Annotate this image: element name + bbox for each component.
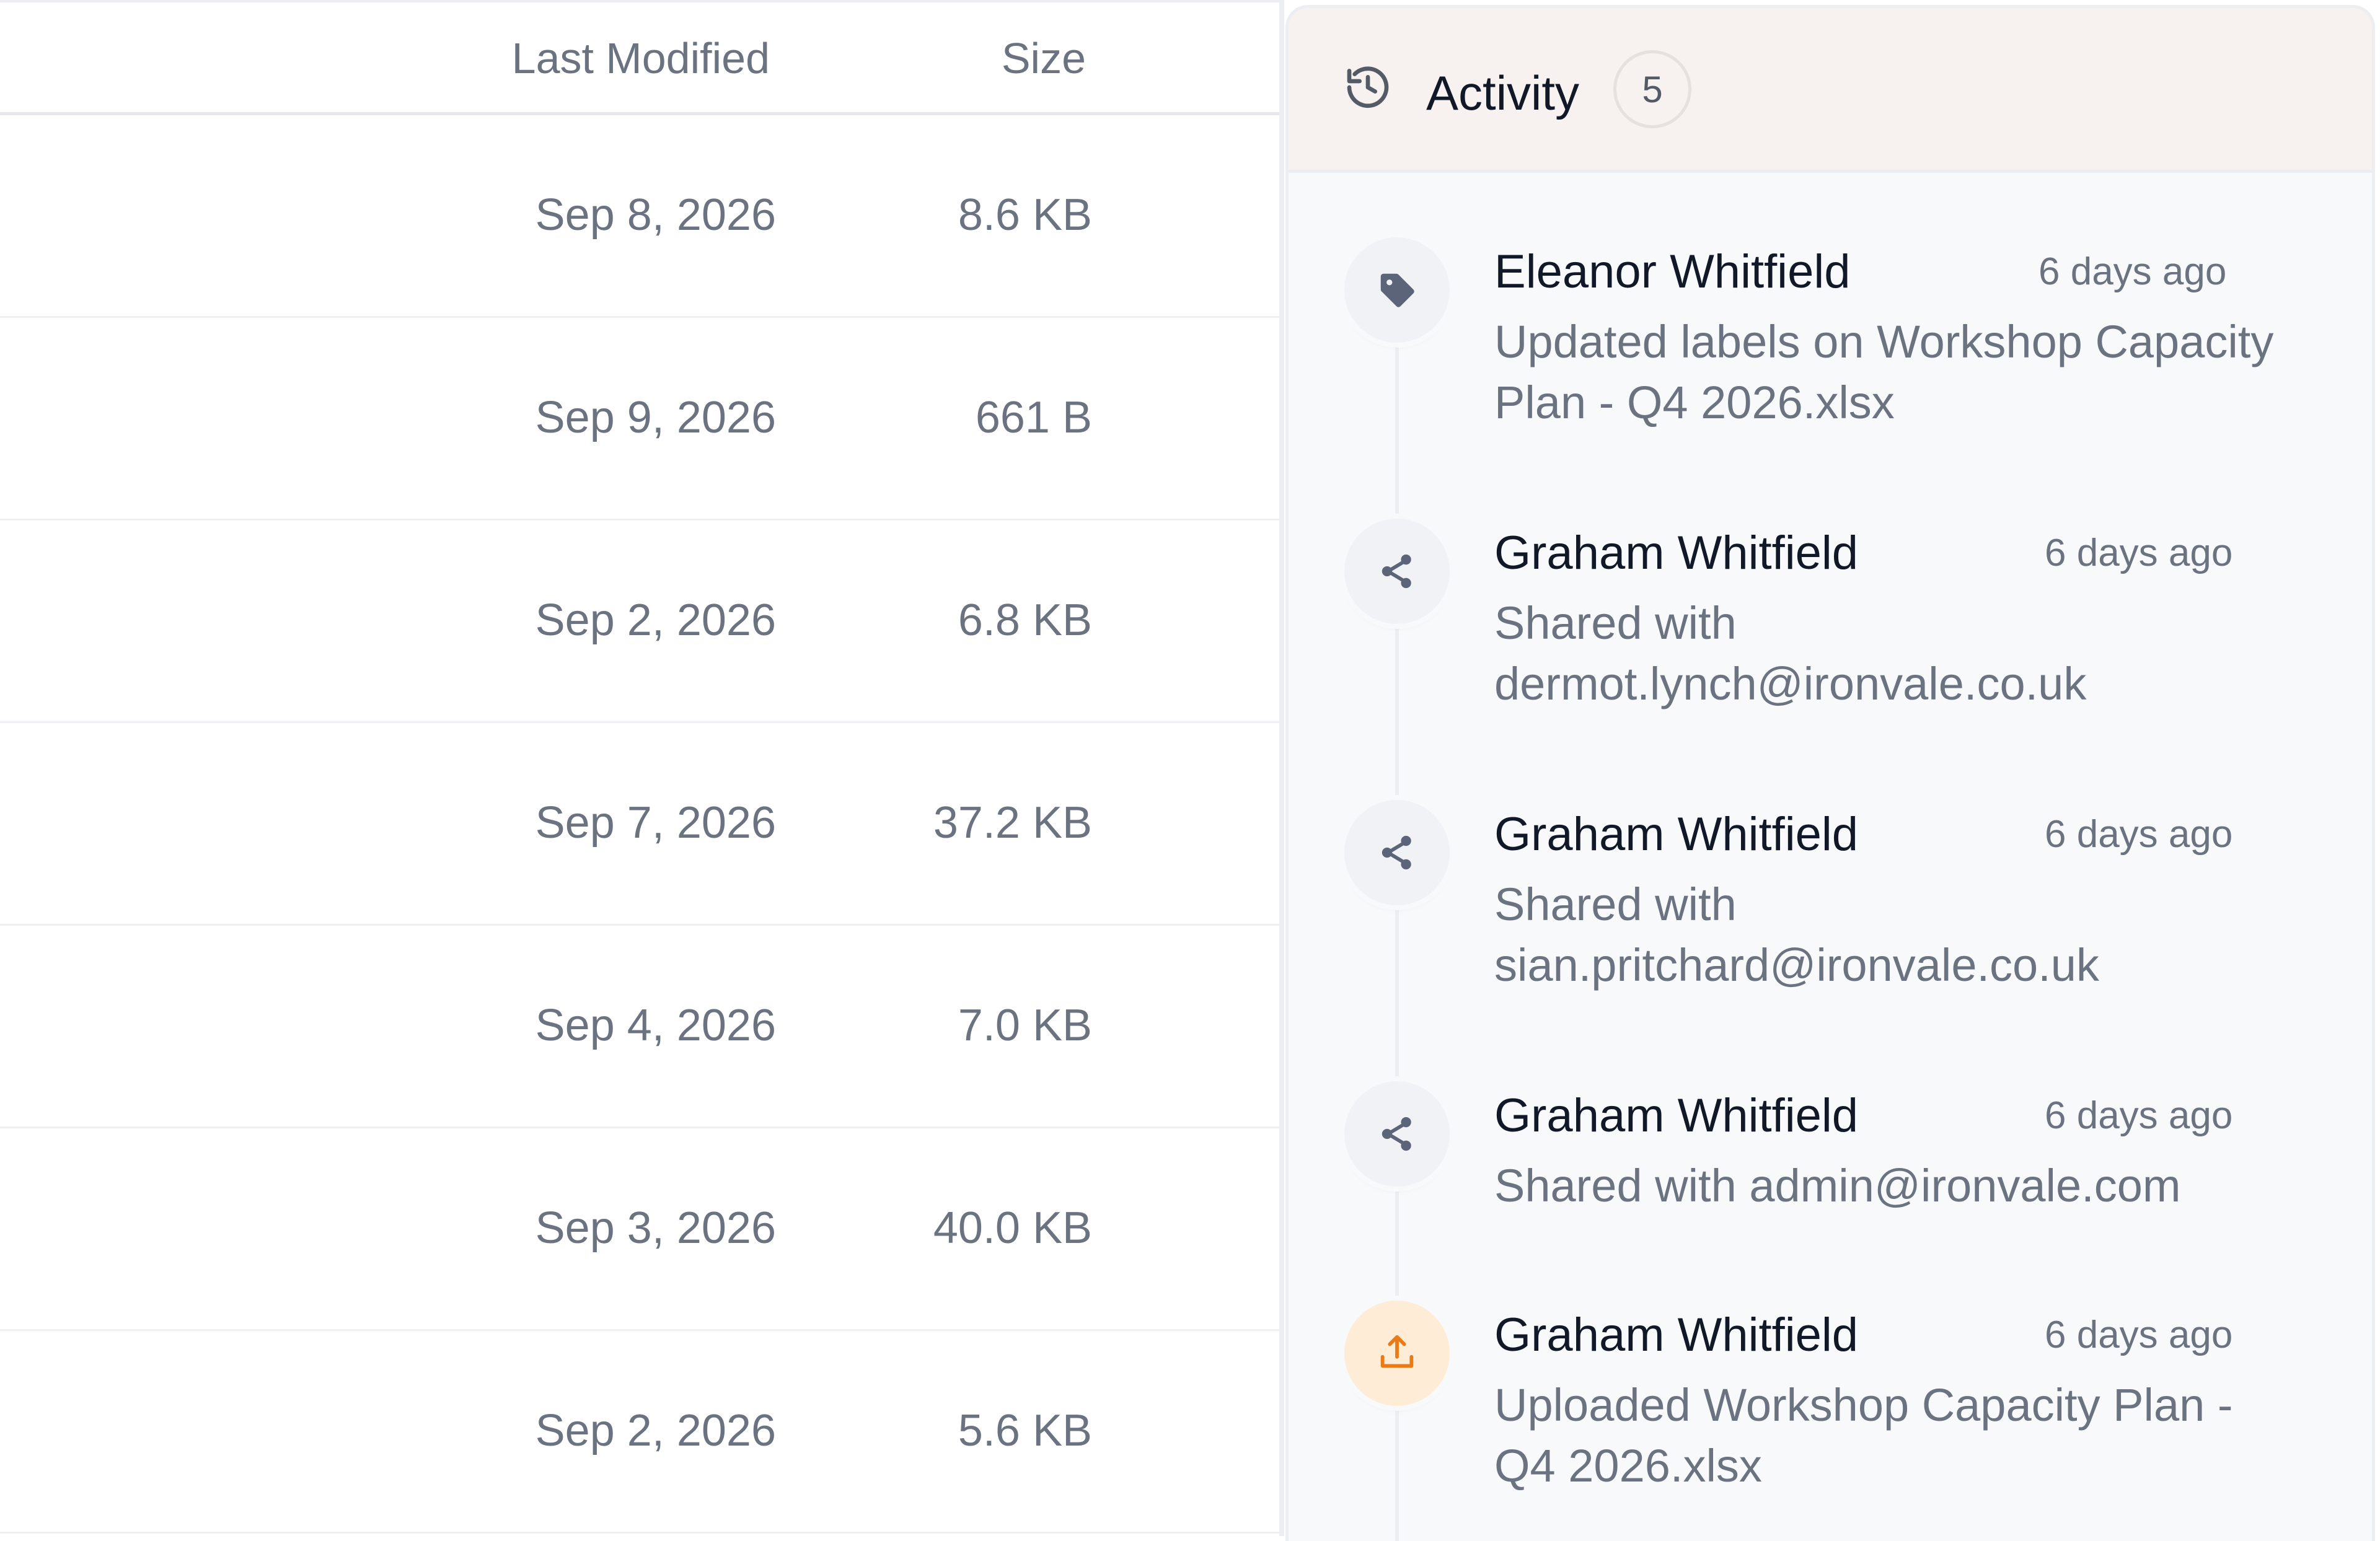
history-icon	[1347, 66, 1389, 108]
activity-user[interactable]: Eleanor Whitfield	[1494, 245, 1851, 299]
cell-size: 8.6 KB	[958, 190, 1092, 240]
table-row[interactable]: Sep 4, 2026 7.0 KB	[0, 926, 1279, 1128]
activity-description: Shared with admin@ironvale.com	[1494, 1160, 2181, 1211]
share-icon	[1382, 835, 1411, 870]
share-icon	[1382, 554, 1411, 589]
cell-size: 6.8 KB	[958, 595, 1092, 645]
cell-size: 661 B	[975, 393, 1092, 442]
cell-last-modified: Sep 2, 2026	[535, 595, 776, 645]
cell-size: 7.0 KB	[958, 1001, 1092, 1050]
panel-divider	[1279, 0, 1284, 1536]
table-row[interactable]: Sep 9, 2026 661 B	[0, 318, 1279, 520]
cell-last-modified: Sep 2, 2026	[535, 1406, 776, 1455]
activity-description: Updated labels on Workshop Capacity Plan…	[1494, 316, 2274, 428]
cell-size: 37.2 KB	[933, 798, 1092, 848]
cell-size: 40.0 KB	[933, 1203, 1092, 1253]
activity-panel-header: Activity 5	[1289, 8, 2372, 173]
activity-description: Shared with dermot.lynch@ironvale.co.uk	[1494, 597, 2087, 709]
column-header-last-modified[interactable]: Last Modified	[512, 33, 770, 83]
activity-user[interactable]: Graham Whitfield	[1494, 807, 1858, 861]
activity-icon-circle	[1344, 1081, 1450, 1187]
activity-time: 6 days ago	[2045, 1094, 2233, 1137]
activity-time: 6 days ago	[2038, 250, 2227, 293]
activity-panel: Activity 5 Eleanor Whitfield 6 days ago …	[1285, 5, 2375, 1541]
table-row[interactable]: Sep 8, 2026 8.6 KB	[0, 115, 1279, 318]
table-row[interactable]: Sep 3, 2026 40.0 KB	[0, 1128, 1279, 1331]
activity-icon-circle	[1344, 1301, 1450, 1406]
cell-last-modified: Sep 3, 2026	[535, 1203, 776, 1253]
file-table: Last Modified Size Sep 8, 2026 8.6 KB Se…	[0, 0, 1279, 1536]
activity-user[interactable]: Graham Whitfield	[1494, 526, 1858, 580]
cell-last-modified: Sep 8, 2026	[535, 190, 776, 240]
activity-icon-circle	[1344, 800, 1450, 905]
cell-last-modified: Sep 4, 2026	[535, 1001, 776, 1050]
activity-panel-title: Activity	[1426, 66, 1580, 120]
cell-last-modified: Sep 9, 2026	[535, 393, 776, 442]
upload-icon	[1380, 1335, 1414, 1368]
table-header: Last Modified Size	[0, 0, 1279, 115]
activity-time: 6 days ago	[2045, 1314, 2233, 1356]
table-row[interactable]: Sep 2, 2026 5.6 KB	[0, 1331, 1279, 1534]
activity-time: 6 days ago	[2045, 813, 2233, 856]
activity-user[interactable]: Graham Whitfield	[1494, 1089, 1858, 1143]
share-icon	[1382, 1117, 1411, 1151]
cell-size: 5.6 KB	[958, 1406, 1092, 1455]
activity-icon-circle	[1344, 237, 1450, 343]
activity-user[interactable]: Graham Whitfield	[1494, 1308, 1858, 1362]
table-row[interactable]: Sep 2, 2026 6.8 KB	[0, 520, 1279, 723]
activity-description: Uploaded Workshop Capacity Plan - Q4 202…	[1494, 1379, 2233, 1491]
activity-time: 6 days ago	[2045, 532, 2233, 574]
activity-description: Shared with sian.pritchard@ironvale.co.u…	[1494, 879, 2099, 991]
activity-icon-circle	[1344, 519, 1450, 624]
cell-last-modified: Sep 7, 2026	[535, 798, 776, 848]
column-header-size[interactable]: Size	[1002, 33, 1086, 83]
activity-count-badge: 5	[1613, 50, 1691, 128]
tag-icon	[1380, 273, 1414, 307]
table-row[interactable]: Sep 7, 2026 37.2 KB	[0, 723, 1279, 926]
